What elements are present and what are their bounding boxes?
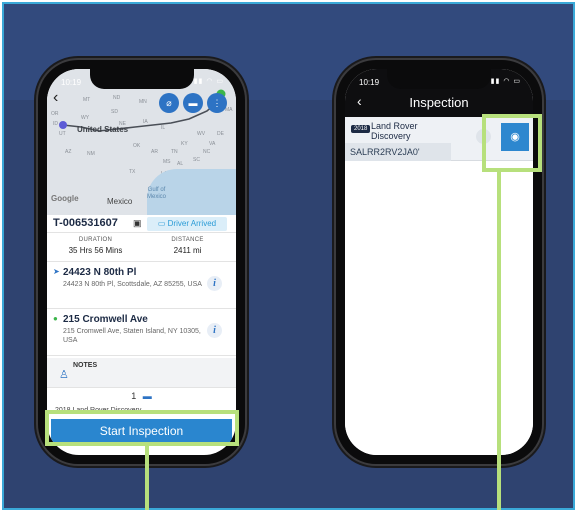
state-label: SD bbox=[111, 109, 118, 115]
state-label: UT bbox=[59, 131, 66, 137]
state-label: IL bbox=[161, 125, 166, 131]
distance-value: 2411 mi bbox=[173, 246, 202, 255]
vehicle-model: Land Rover Discovery bbox=[371, 121, 418, 141]
notes-person-icon: ♙ bbox=[59, 369, 69, 381]
state-label: NM bbox=[87, 151, 95, 157]
pickup-address[interactable]: ➤ 24423 N 80th Pl 24423 N 80th Pl, Scott… bbox=[47, 263, 236, 309]
camera-highlight bbox=[482, 114, 542, 172]
state-label: AZ bbox=[65, 149, 72, 155]
state-label: OK bbox=[133, 143, 141, 149]
status-badge: ▭ Driver Arrived bbox=[147, 217, 227, 231]
vehicle-count: 1 ▬ bbox=[47, 391, 236, 401]
notes-label: NOTES bbox=[73, 362, 98, 369]
year-badge: 2018 bbox=[351, 125, 371, 133]
trip-header: T-006531607 ▣ ▭ Driver Arrived bbox=[47, 215, 236, 233]
state-label: TX bbox=[129, 169, 136, 175]
left-phone-screen: 10:19 ▮▮ ◠ ▭ ‹ MT ND MN SD WY NE IA UT I… bbox=[47, 69, 236, 455]
trip-id: T-006531607 bbox=[53, 217, 118, 229]
page-title: Inspection bbox=[409, 95, 469, 110]
phone-notch bbox=[89, 69, 194, 89]
gulf-label-line2: Mexico bbox=[147, 194, 167, 200]
state-label: ND bbox=[113, 95, 121, 101]
duration-label: DURATION bbox=[78, 237, 113, 243]
info-icon[interactable]: i bbox=[207, 323, 222, 338]
left-phone: 10:19 ▮▮ ◠ ▭ ‹ MT ND MN SD WY NE IA UT I… bbox=[38, 60, 245, 464]
gulf-label-line1: Gulf of bbox=[147, 187, 166, 193]
vehicle-count-value: 1 bbox=[131, 391, 137, 401]
status-time: 10:19 bbox=[359, 78, 380, 87]
duration-stat: DURATION 35 Hrs 56 Mins bbox=[53, 237, 138, 255]
state-label: ID bbox=[53, 121, 58, 127]
duration-value: 35 Hrs 56 Mins bbox=[68, 246, 123, 255]
state-label: MS bbox=[163, 159, 171, 165]
state-label: AR bbox=[151, 149, 158, 155]
distance-stat: DISTANCE 2411 mi bbox=[145, 237, 230, 255]
pickup-name: 24423 N 80th Pl bbox=[63, 267, 137, 278]
vin-number: SALRR2RV2JA0' bbox=[345, 143, 451, 161]
state-label: OR bbox=[51, 111, 59, 117]
state-label: IA bbox=[143, 119, 148, 125]
mexico-label: Mexico bbox=[107, 197, 133, 206]
signal-wifi-battery-icon: ▮▮ ◠ ▭ bbox=[193, 78, 224, 85]
phone-notch bbox=[387, 69, 491, 89]
gulf-label: Gulf of Mexico bbox=[147, 187, 166, 201]
status-time: 10:19 bbox=[61, 78, 82, 87]
start-inspection-callout-line bbox=[145, 446, 149, 510]
chat-icon[interactable]: ▬ bbox=[183, 93, 203, 113]
more-options-icon[interactable]: ⋮ bbox=[207, 93, 227, 113]
map-pin-icon: ● bbox=[53, 314, 58, 323]
state-label: AL bbox=[177, 161, 184, 167]
google-logo: Google bbox=[51, 194, 79, 203]
attachment-icon[interactable]: ⌀ bbox=[159, 93, 179, 113]
state-label: NC bbox=[203, 149, 211, 155]
pickup-full-address: 24423 N 80th Pl, Scottsdale, AZ 85255, U… bbox=[63, 281, 202, 288]
vehicle-model-line2: Discovery bbox=[371, 131, 411, 141]
state-label: WY bbox=[81, 115, 90, 121]
camera-callout-line bbox=[497, 172, 501, 510]
start-inspection-highlight bbox=[45, 410, 239, 446]
trip-stats: DURATION 35 Hrs 56 Mins DISTANCE 2411 mi bbox=[47, 234, 236, 262]
state-label: MT bbox=[83, 97, 91, 103]
state-label: VA bbox=[209, 141, 216, 147]
vehicle-model-line1: Land Rover bbox=[371, 121, 418, 131]
inspection-body bbox=[345, 161, 533, 455]
dropoff-name: 215 Cromwell Ave bbox=[63, 314, 148, 325]
state-label: SC bbox=[193, 157, 200, 163]
state-label: MN bbox=[139, 99, 147, 105]
notes-section[interactable]: ♙ NOTES bbox=[47, 358, 236, 388]
car-icon: ▬ bbox=[142, 391, 152, 401]
state-label: DE bbox=[217, 131, 224, 137]
navigation-arrow-icon: ➤ bbox=[53, 267, 60, 276]
distance-label: DISTANCE bbox=[171, 237, 204, 243]
state-label: MA bbox=[225, 107, 233, 113]
status-badge-label: Driver Arrived bbox=[167, 219, 217, 228]
signal-wifi-battery-icon: ▮▮ ◠ ▭ bbox=[490, 78, 521, 85]
state-label: TN bbox=[171, 149, 178, 155]
dropoff-address[interactable]: ● 215 Cromwell Ave 215 Cromwell Ave, Sta… bbox=[47, 310, 236, 356]
info-icon[interactable]: i bbox=[207, 276, 222, 291]
dropoff-full-address: 215 Cromwell Ave, Staten Island, NY 1030… bbox=[63, 328, 201, 344]
map-country-label: United States bbox=[77, 125, 129, 134]
state-label: WV bbox=[197, 131, 206, 137]
state-label: KY bbox=[181, 141, 188, 147]
copy-icon[interactable]: ▣ bbox=[133, 218, 142, 229]
